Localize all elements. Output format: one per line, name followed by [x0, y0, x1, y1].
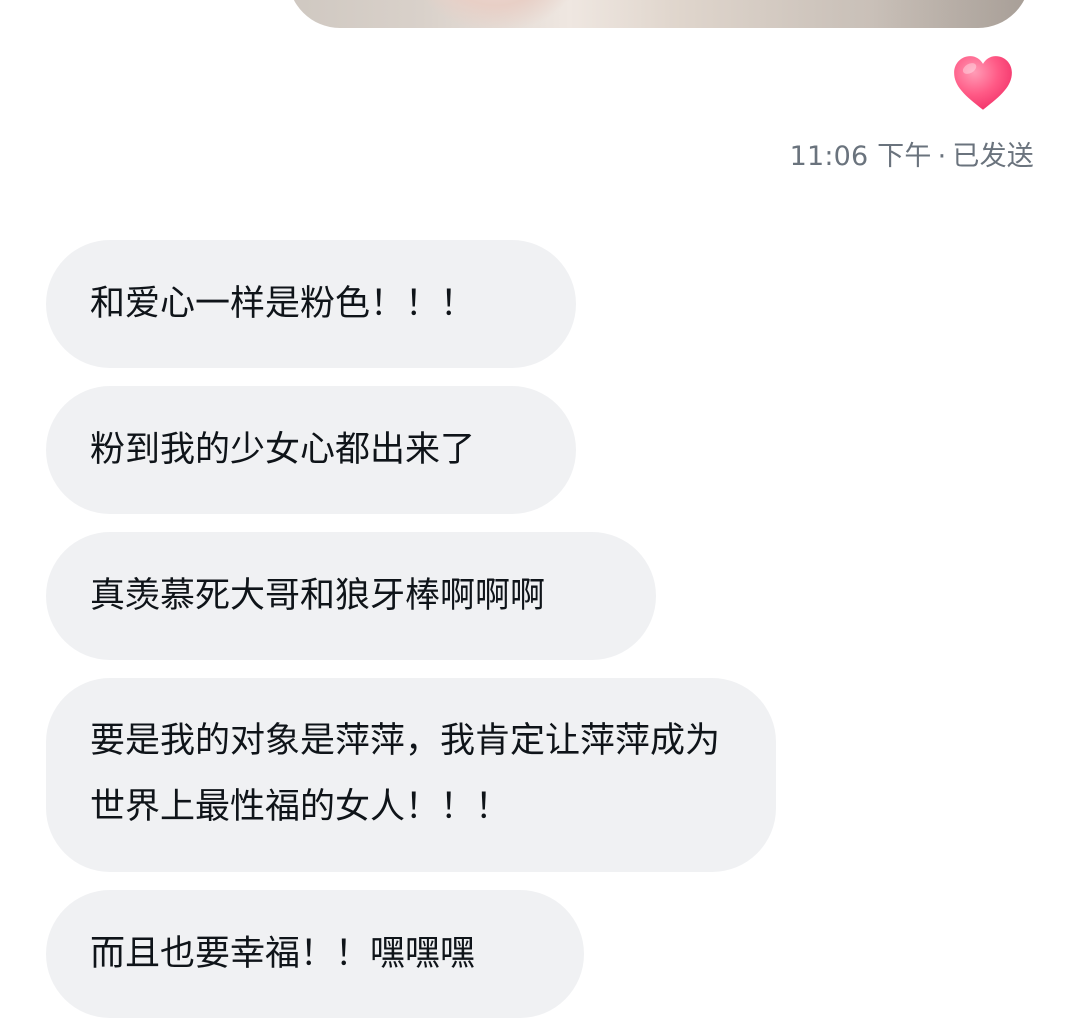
received-message-bubble[interactable]: 粉到我的少女心都出来了 — [46, 386, 576, 514]
message-text: 真羡慕死大哥和狼牙棒啊啊啊 — [90, 576, 546, 616]
received-message-bubble[interactable]: 和爱心一样是粉色！！！ — [46, 240, 576, 368]
received-message-bubble[interactable]: 真羡慕死大哥和狼牙棒啊啊啊 — [46, 532, 656, 660]
message-time: 11:06 下午 — [789, 141, 932, 172]
received-message-bubble[interactable]: 要是我的对象是萍萍，我肯定让萍萍成为世界上最性福的女人！！！ — [46, 678, 776, 872]
received-message-bubble[interactable]: 而且也要幸福！！嘿嘿嘿 — [46, 890, 584, 1018]
photo-shade — [870, 0, 1030, 28]
sent-photo[interactable] — [288, 0, 1030, 28]
meta-separator: · — [937, 141, 947, 172]
message-meta: 11:06 下午 · 已发送 — [790, 134, 1034, 173]
message-status: 已发送 — [952, 141, 1034, 172]
message-text: 要是我的对象是萍萍，我肯定让萍萍成为世界上最性福的女人！！！ — [90, 721, 721, 827]
message-text: 粉到我的少女心都出来了 — [90, 430, 476, 470]
message-text: 和爱心一样是粉色！！！ — [90, 284, 476, 324]
photo-content — [416, 0, 576, 28]
message-text: 而且也要幸福！！嘿嘿嘿 — [90, 934, 476, 974]
heart-reaction-icon[interactable] — [950, 52, 1016, 118]
